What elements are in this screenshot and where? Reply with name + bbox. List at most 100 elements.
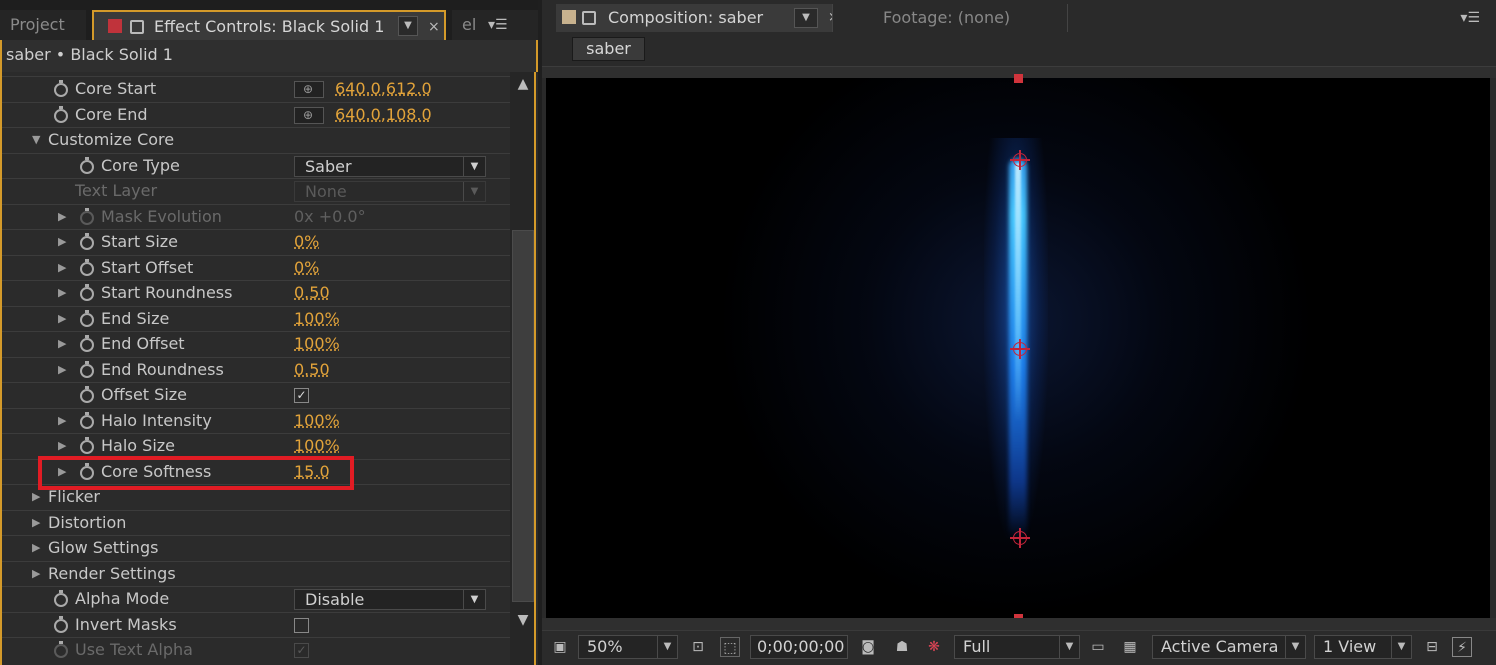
core-type-select[interactable]: Saber ▼ (294, 155, 486, 177)
property-row-halo-intensity[interactable]: ▶ Halo Intensity 100% (2, 407, 510, 434)
group-glow-settings[interactable]: ▶ Glow Settings (2, 535, 510, 561)
zoom-select[interactable]: 50% ▼ (578, 635, 678, 659)
scroll-up-icon[interactable]: ▲ (514, 76, 532, 94)
expand-triangle-icon[interactable]: ▶ (58, 409, 66, 433)
property-row-alpha-mode[interactable]: Alpha Mode Disable ▼ (2, 586, 510, 612)
stopwatch-icon[interactable] (54, 615, 68, 633)
stopwatch-icon[interactable] (80, 360, 94, 378)
resolution-select[interactable]: Full ▼ (954, 635, 1080, 659)
expand-triangle-icon[interactable]: ▶ (32, 536, 40, 560)
property-value[interactable]: 100% (294, 332, 340, 356)
property-row-end-roundness[interactable]: ▶ End Roundness 0.50 (2, 356, 510, 383)
stopwatch-icon[interactable] (80, 233, 94, 250)
show-snapshot-icon[interactable]: ☗ (892, 637, 912, 657)
property-label: Core End (75, 104, 148, 124)
panel-menu-icon[interactable]: ▾☰ (488, 10, 508, 40)
core-start-crosshair-icon[interactable] (1010, 528, 1030, 548)
property-value[interactable]: 100% (294, 434, 340, 458)
lock-icon[interactable] (582, 11, 596, 25)
snapshot-camera-icon[interactable]: ◙ (858, 637, 878, 657)
property-row-end-offset[interactable]: ▶ End Offset 100% (2, 331, 510, 357)
stopwatch-icon[interactable] (80, 258, 94, 276)
expand-triangle-icon[interactable]: ▶ (58, 307, 66, 331)
fast-previews-icon[interactable]: ⚡ (1452, 637, 1472, 657)
always-preview-icon[interactable]: ▣ (550, 637, 570, 657)
tab-effect-controls[interactable]: Effect Controls: Black Solid 1 ▼ × (92, 10, 446, 40)
camera-select[interactable]: Active Camera ▼ (1152, 635, 1306, 659)
expand-triangle-icon[interactable]: ▶ (58, 230, 66, 254)
expand-triangle-icon[interactable]: ▼ (32, 128, 40, 152)
vertical-scrollbar[interactable]: ▲ ▼ (510, 72, 536, 665)
group-render-settings[interactable]: ▶ Render Settings (2, 560, 510, 587)
tab-composition[interactable]: Composition: saber ▼ × (556, 4, 839, 32)
property-row-core-start[interactable]: Core Start 640.0,612.0 (2, 76, 510, 102)
property-row-start-roundness[interactable]: ▶ Start Roundness 0.50 (2, 280, 510, 306)
tab-project[interactable]: Project (0, 10, 86, 40)
scrollbar-thumb[interactable] (512, 230, 534, 602)
expand-triangle-icon[interactable]: ▶ (58, 332, 66, 356)
point-target-button[interactable] (294, 103, 324, 127)
tab-el[interactable]: el ▾☰ (452, 10, 538, 40)
toggle-pixel-aspect-icon[interactable]: ⊟ (1422, 637, 1442, 657)
scroll-down-icon[interactable]: ▼ (514, 612, 532, 630)
property-value[interactable]: 0% (294, 230, 319, 254)
lock-icon[interactable] (130, 20, 144, 34)
expand-triangle-icon[interactable]: ▶ (58, 256, 66, 280)
property-row-offset-size[interactable]: Offset Size ✓ (2, 382, 510, 408)
fit-frame-icon[interactable]: ⊡ (688, 637, 708, 657)
stopwatch-icon[interactable] (54, 590, 68, 607)
tab-footage[interactable]: Footage: (none) (832, 4, 1068, 32)
property-row-halo-size[interactable]: ▶ Halo Size 100% (2, 433, 510, 459)
tab-dropdown-button[interactable]: ▼ (794, 8, 818, 28)
property-row-start-offset[interactable]: ▶ Start Offset 0% (2, 254, 510, 281)
timecode-display[interactable]: 0;00;00;00 (750, 635, 848, 659)
stopwatch-icon[interactable] (80, 156, 94, 174)
group-customize-core[interactable]: ▼ Customize Core (2, 127, 510, 153)
region-toggle-icon[interactable]: ▭ (1088, 637, 1108, 657)
alpha-mode-select[interactable]: Disable ▼ (294, 589, 486, 610)
property-value[interactable]: 640.0,108.0 (335, 103, 432, 127)
property-value[interactable]: 100% (294, 307, 340, 331)
group-distortion[interactable]: ▶ Distortion (2, 509, 510, 536)
transparency-grid-icon[interactable]: ▦ (1120, 637, 1140, 657)
property-row-invert-masks[interactable]: Invert Masks (2, 611, 510, 638)
property-row-start-size[interactable]: ▶ Start Size 0% (2, 229, 510, 255)
stopwatch-icon[interactable] (80, 284, 94, 301)
property-label: Mask Evolution (101, 206, 222, 226)
expand-triangle-icon[interactable]: ▶ (58, 434, 66, 458)
invert-masks-checkbox[interactable] (294, 617, 309, 633)
property-row-end-size[interactable]: ▶ End Size 100% (2, 305, 510, 332)
property-value[interactable]: 0.50 (294, 358, 330, 382)
stopwatch-icon (80, 207, 94, 225)
property-row-core-end[interactable]: Core End 640.0,108.0 (2, 101, 510, 128)
close-tab-icon[interactable]: × (428, 12, 440, 42)
expand-triangle-icon[interactable]: ▶ (58, 281, 66, 305)
view-layout-select[interactable]: 1 View ▼ (1314, 635, 1412, 659)
top-handle[interactable] (1014, 74, 1023, 83)
region-of-interest-icon[interactable]: ⬚ (720, 637, 740, 657)
property-value[interactable]: 100% (294, 409, 340, 433)
center-crosshair-icon[interactable] (1010, 339, 1030, 359)
property-row-core-type[interactable]: Core Type Saber ▼ (2, 152, 510, 179)
channels-icon[interactable]: ❋ (924, 637, 944, 657)
core-end-crosshair-icon[interactable] (1010, 150, 1030, 170)
panel-menu-icon[interactable]: ▾☰ (1460, 4, 1480, 32)
property-value[interactable]: 0.50 (294, 281, 330, 305)
stopwatch-icon[interactable] (80, 411, 94, 429)
expand-triangle-icon[interactable]: ▶ (32, 562, 40, 586)
tab-dropdown-button[interactable]: ▼ (398, 16, 418, 36)
property-value[interactable]: 0% (294, 256, 319, 280)
composition-viewer[interactable] (546, 78, 1490, 618)
comp-navigator-button[interactable]: saber (572, 37, 645, 61)
stopwatch-icon[interactable] (80, 437, 94, 454)
offset-size-checkbox[interactable]: ✓ (294, 388, 309, 403)
stopwatch-icon[interactable] (54, 105, 68, 123)
expand-triangle-icon[interactable]: ▶ (58, 358, 66, 382)
point-target-button[interactable] (294, 77, 324, 101)
stopwatch-icon[interactable] (80, 335, 94, 352)
stopwatch-icon[interactable] (80, 309, 94, 327)
property-value[interactable]: 640.0,612.0 (335, 77, 432, 101)
stopwatch-icon[interactable] (54, 80, 68, 97)
expand-triangle-icon[interactable]: ▶ (32, 511, 40, 535)
stopwatch-icon[interactable] (80, 386, 94, 403)
